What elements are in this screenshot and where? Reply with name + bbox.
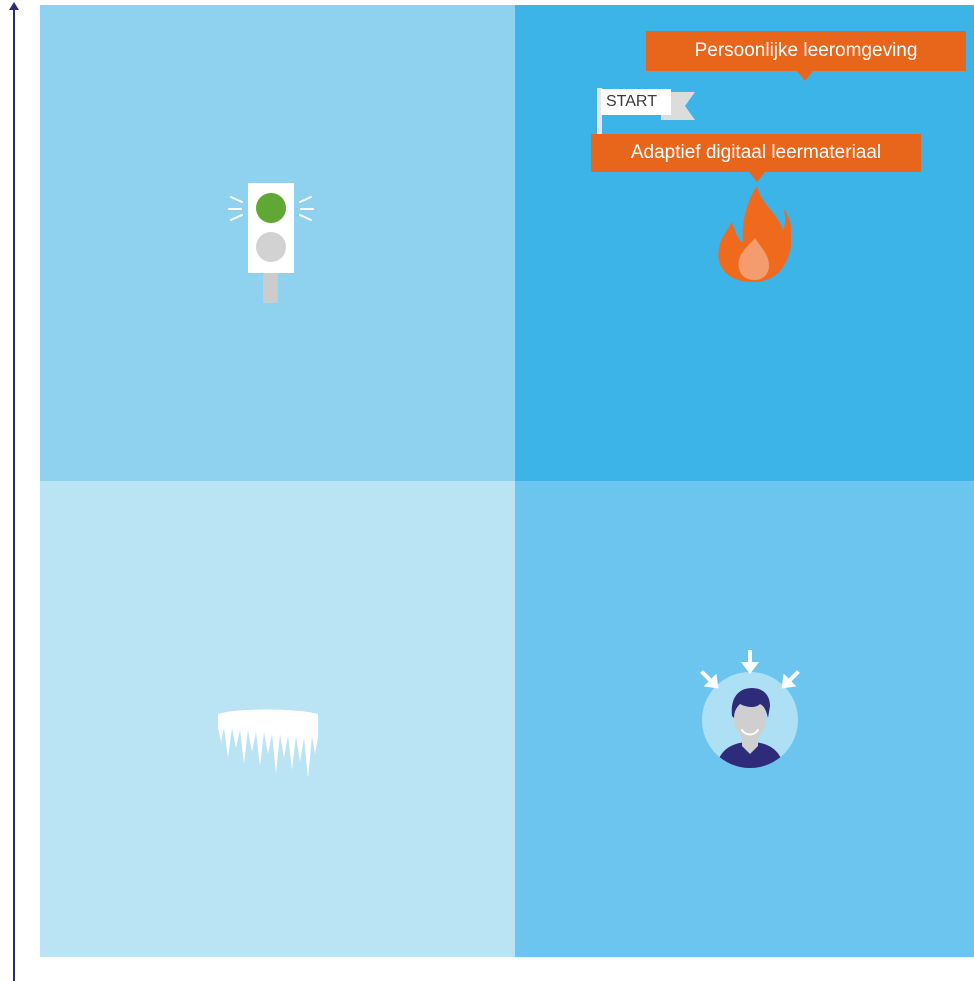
- fire-icon: [718, 186, 791, 282]
- callout-personal-learning-environment: Persoonlijke leeromgeving: [646, 31, 966, 81]
- grey-light: [256, 232, 286, 262]
- callout-adaptive-material: Adaptief digitaal leermateriaal: [591, 134, 921, 182]
- person-focus-icon: [700, 650, 800, 768]
- vertical-axis: [13, 6, 15, 981]
- green-light: [256, 193, 286, 223]
- callout-personal-learning-environment-label: Persoonlijke leeromgeving: [694, 40, 918, 61]
- callout-adaptive-material-label: Adaptief digitaal leermateriaal: [630, 142, 882, 163]
- axis-arrow-icon: [9, 2, 19, 10]
- traffic-light-icon: [228, 183, 314, 303]
- icicles-icon: [218, 709, 318, 778]
- start-flag-label: START: [606, 93, 657, 110]
